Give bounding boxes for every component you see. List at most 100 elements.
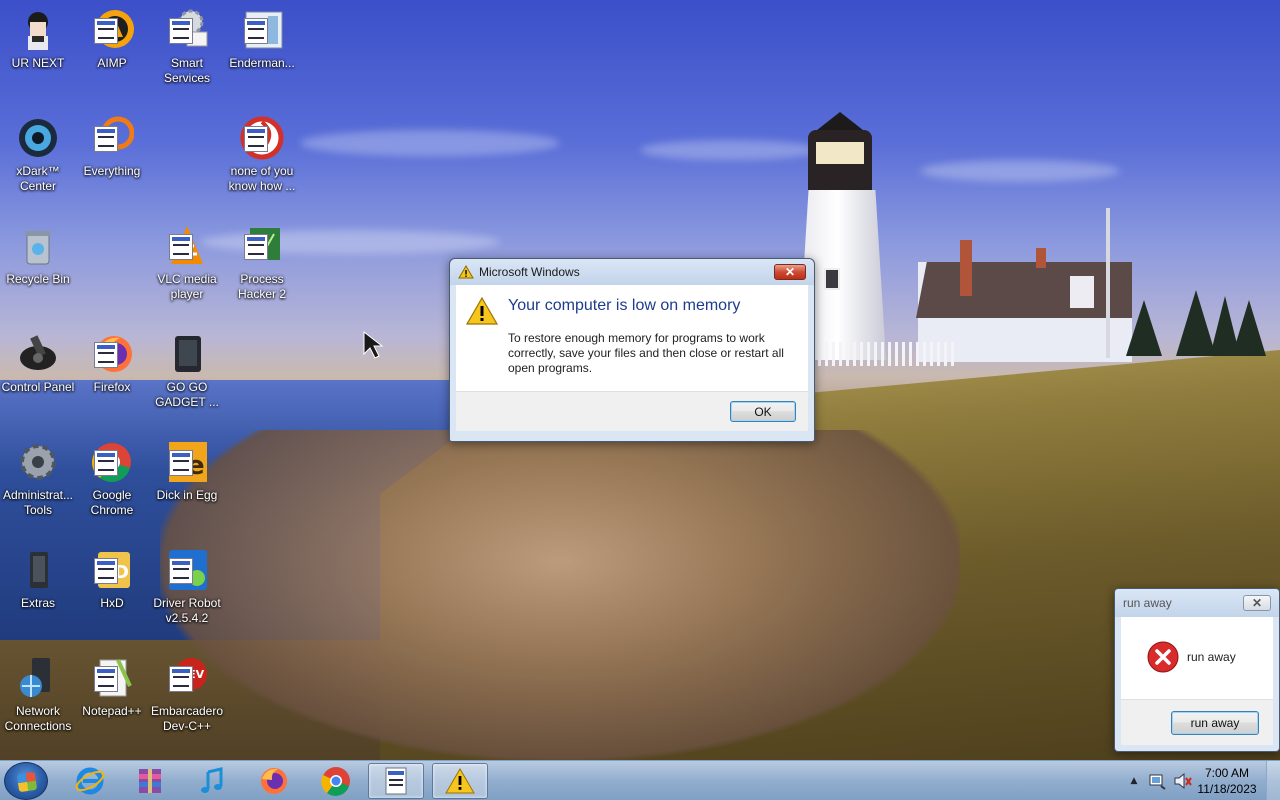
desktop-icon-extras[interactable]: Extras (0, 548, 76, 611)
start-button[interactable] (4, 762, 48, 800)
volume-muted-icon[interactable] (1173, 772, 1193, 790)
icon-label: Extras (20, 596, 55, 610)
icon-label: Smart Services (163, 56, 210, 85)
chimney (1036, 248, 1046, 268)
desktop-icon-driver-robot[interactable]: Driver Robot v2.5.4.2 (149, 548, 225, 626)
xdark-icon (16, 116, 60, 160)
winrar-icon (139, 769, 161, 793)
icon-label: Notepad++ (82, 704, 142, 718)
dialog-body: Your computer is low on memory To restor… (456, 285, 808, 391)
desktop-icon-vlc-media-player[interactable]: VLC media player (149, 224, 225, 302)
desktop-icon-administrative-tools[interactable]: Administrat... Tools (0, 440, 76, 518)
show-desktop-button[interactable] (1266, 761, 1280, 800)
taskbar-chrome[interactable] (308, 763, 364, 799)
chrome-icon (321, 767, 350, 796)
flagpole (1106, 208, 1110, 358)
taskbar-warning-dialog[interactable] (432, 763, 488, 799)
desktop-icon-hxd[interactable]: D HxD (74, 548, 150, 611)
icon-label: Process Hacker 2 (237, 272, 287, 301)
icon-label: Dick in Egg (156, 488, 218, 502)
chrome-icon (90, 440, 134, 484)
desktop-icon-dick-in-egg[interactable]: e Dick in Egg (149, 440, 225, 503)
icon-label: GO GO GADGET ... (155, 380, 219, 409)
desktop-icon-smart-services[interactable]: Smart Services (149, 8, 225, 86)
icon-label: Firefox (93, 380, 131, 394)
desktop-icon-enderman[interactable]: Enderman... (224, 8, 300, 71)
egg-app-icon: e (165, 440, 209, 484)
icon-label: Network Connections (4, 704, 72, 733)
desktop-icon-google-chrome[interactable]: Google Chrome (74, 440, 150, 518)
gear-icon (16, 440, 60, 484)
icon-label: AIMP (97, 56, 127, 70)
dormer-window (1070, 276, 1094, 308)
icon-label: Enderman... (229, 56, 295, 70)
firefox-icon (261, 768, 287, 794)
dialog-titlebar[interactable]: run away ✕ (1115, 589, 1279, 617)
desktop-icon-ur-next[interactable]: UR NEXT (0, 8, 76, 71)
aimp-icon (90, 8, 134, 52)
everything-search-icon (90, 116, 135, 160)
dialog-titlebar[interactable]: Microsoft Windows ✕ (450, 259, 814, 285)
dialog-footer: OK (456, 391, 808, 431)
chimney (960, 240, 972, 296)
internet-explorer-icon (75, 767, 105, 795)
run-away-dialog: run away ✕ run away run away (1114, 588, 1280, 752)
icon-label: Control Panel (1, 380, 75, 394)
show-hidden-icons-button[interactable]: ▲ (1124, 776, 1144, 786)
taskbar: ▲ 7:00 AM 11/18/2023 (0, 760, 1280, 800)
dialog-message: To restore enough memory for programs to… (508, 331, 784, 375)
recycle-bin-icon (16, 224, 60, 268)
anime-character-icon (16, 8, 60, 52)
notepad-plus-plus-icon (90, 656, 134, 700)
desktop-icon-embarcadero-dev-cpp[interactable]: DEV Embarcadero Dev-C++ (149, 656, 225, 734)
icon-label: none of you know how ... (228, 164, 296, 193)
icon-label: UR NEXT (11, 56, 65, 70)
desktop-icon-firefox[interactable]: Firefox (74, 332, 150, 395)
desktop-icon-notepad-plus-plus[interactable]: Notepad++ (74, 656, 150, 719)
icon-label: Google Chrome (90, 488, 134, 517)
run-away-button[interactable]: run away (1171, 710, 1259, 735)
gadget-icon (165, 332, 209, 376)
process-hacker-icon (240, 224, 284, 268)
taskbar-winrar[interactable] (122, 763, 178, 799)
windows-logo-icon (16, 771, 38, 793)
lighthouse-glass (816, 142, 864, 164)
ok-button[interactable]: OK (730, 401, 796, 422)
gear-icon (165, 8, 209, 52)
taskbar-clock[interactable]: 7:00 AM 11/18/2023 (1196, 765, 1258, 797)
clock-time: 7:00 AM (1204, 766, 1250, 780)
close-button[interactable]: ✕ (774, 264, 806, 280)
desktop-icon-everything[interactable]: Everything (74, 116, 150, 179)
icon-label: Administrat... Tools (2, 488, 74, 517)
warning-icon (466, 297, 498, 325)
desktop-icon-xdark-center[interactable]: xDark™ Center (0, 116, 76, 194)
desktop-icon-none-of-you-know[interactable]: none of you know how ... (224, 116, 300, 194)
clock-date: 11/18/2023 (1197, 782, 1257, 796)
dialog-footer: run away (1121, 699, 1273, 745)
icon-label: xDark™ Center (16, 164, 60, 193)
taskbar-itunes[interactable] (184, 763, 240, 799)
taskbar-internet-explorer[interactable] (62, 763, 118, 799)
driver-robot-icon (165, 548, 209, 592)
dev-cpp-icon: DEV (165, 656, 209, 700)
dialog-body: run away (1121, 617, 1273, 699)
icon-label: Everything (83, 164, 141, 178)
close-button[interactable]: ✕ (1243, 595, 1271, 611)
taskbar-firefox[interactable] (246, 763, 302, 799)
desktop-icon-aimp[interactable]: AIMP (74, 8, 150, 71)
error-icon (1147, 641, 1179, 673)
lighthouse-window (824, 268, 840, 290)
dialog-message: run away (1187, 650, 1236, 664)
desktop-icon-control-panel[interactable]: Control Panel (0, 332, 76, 395)
low-memory-dialog: Microsoft Windows ✕ Your computer is low… (449, 258, 815, 442)
taskbar-app-window[interactable] (368, 763, 424, 799)
app-window-icon (385, 767, 407, 795)
dialog-title: Microsoft Windows (479, 265, 580, 279)
icon-label: Recycle Bin (6, 272, 70, 286)
desktop-icon-network-connections[interactable]: Network Connections (0, 656, 76, 734)
desktop-icon-process-hacker[interactable]: Process Hacker 2 (224, 224, 300, 302)
desktop-icon-go-go-gadget[interactable]: GO GO GADGET ... (149, 332, 225, 410)
desktop-icon-recycle-bin[interactable]: Recycle Bin (0, 224, 76, 287)
icon-label: HxD (100, 596, 124, 610)
action-center-flag-icon[interactable] (1147, 772, 1167, 790)
